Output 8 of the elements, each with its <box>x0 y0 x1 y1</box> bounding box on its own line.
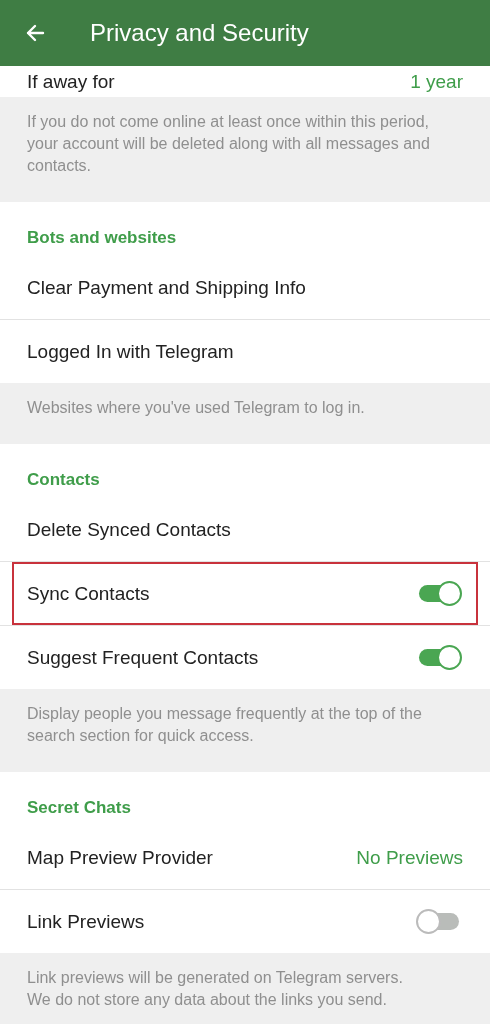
screen-title: Privacy and Security <box>90 19 309 47</box>
section-footer: Websites where you've used Telegram to log in. <box>0 383 490 444</box>
section-footer: If you do not come online at least once within this period, your account will be deleted along with all messages and contacts. <box>0 97 490 202</box>
section-footer: Link previews will be generated on Telegram servers. We do not store any data about the links you send. <box>0 953 490 1024</box>
setting-value: No Previews <box>356 846 463 869</box>
settings-row[interactable]: Sync Contacts <box>0 562 490 626</box>
section-footer: Display people you message frequently at the top of the search section for quick access. <box>0 689 490 772</box>
setting-value: 1 year <box>410 70 463 93</box>
